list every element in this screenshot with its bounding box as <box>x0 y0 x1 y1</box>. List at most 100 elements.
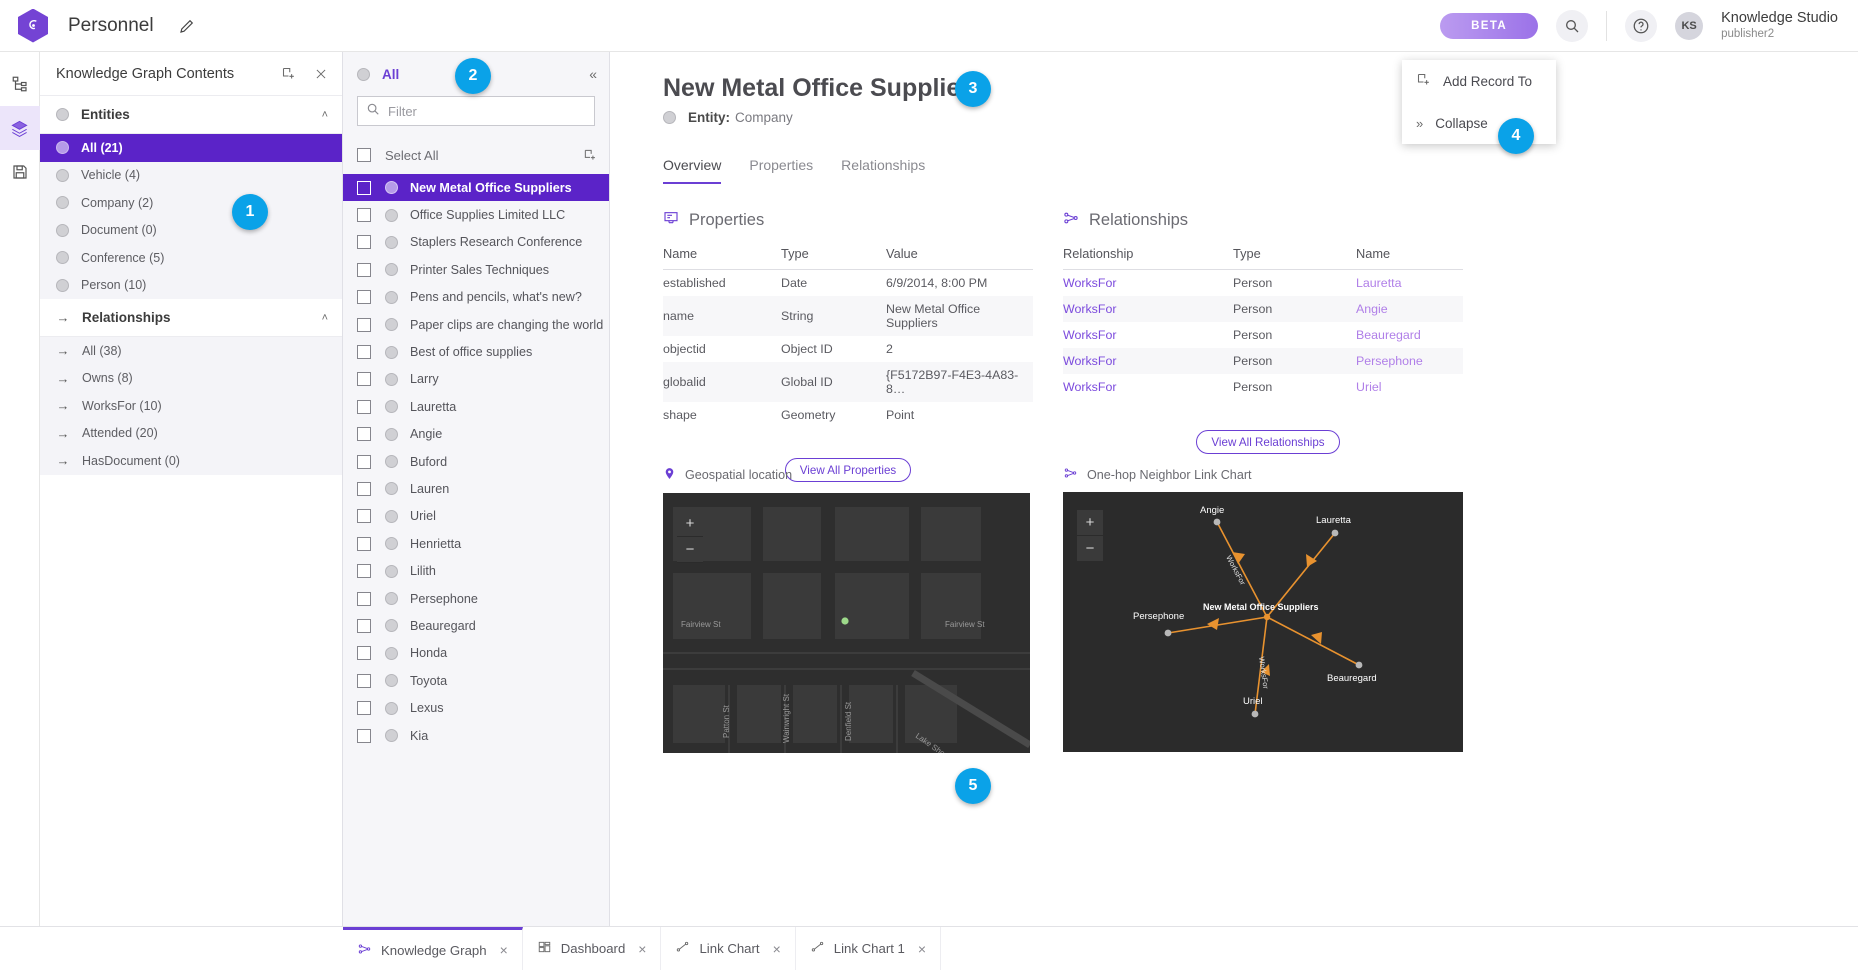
rel-relationship[interactable]: WorksFor <box>1063 296 1233 322</box>
rel-relationship[interactable]: WorksFor <box>1063 322 1233 348</box>
list-item[interactable]: Beauregard <box>343 612 609 639</box>
table-row[interactable]: WorksForPersonAngie <box>1063 296 1463 322</box>
list-item-checkbox[interactable] <box>357 400 371 414</box>
list-item[interactable]: Printer Sales Techniques <box>343 256 609 283</box>
menu-item-add-record-to[interactable]: Add Record To <box>1402 60 1556 102</box>
add-to-icon[interactable] <box>281 66 296 81</box>
sidebar-item-person[interactable]: Person (10) <box>40 272 342 300</box>
list-item[interactable]: Kia <box>343 722 609 749</box>
table-row[interactable]: establishedDate6/9/2014, 8:00 PM <box>663 270 1033 297</box>
list-item-checkbox[interactable] <box>357 427 371 441</box>
table-row[interactable]: WorksForPersonBeauregard <box>1063 322 1463 348</box>
table-row[interactable]: objectidObject ID2 <box>663 336 1033 362</box>
list-item[interactable]: Lexus <box>343 694 609 721</box>
filter-box[interactable] <box>357 96 595 126</box>
tab-overview[interactable]: Overview <box>663 157 721 184</box>
list-item[interactable]: Lauretta <box>343 393 609 420</box>
sidebar-item-worksfor[interactable]: → WorksFor (10) <box>40 392 342 420</box>
sidebar-item-conference[interactable]: Conference (5) <box>40 244 342 272</box>
sidebar-item-owns[interactable]: → Owns (8) <box>40 365 342 393</box>
collapse-left-icon[interactable]: « <box>589 66 597 82</box>
list-item[interactable]: Larry <box>343 366 609 393</box>
linkchart-zoom-in-button[interactable]: + <box>1077 510 1103 536</box>
sidebar-item-all-entities[interactable]: All (21) <box>40 134 342 162</box>
map-zoom-out-button[interactable]: − <box>677 537 703 563</box>
tab-knowledge-graph[interactable]: Knowledge Graph × <box>343 927 523 970</box>
list-item-checkbox[interactable] <box>357 345 371 359</box>
tab-link-chart-1[interactable]: Link Chart 1 × <box>796 927 941 970</box>
list-item[interactable]: Honda <box>343 640 609 667</box>
search-input[interactable] <box>388 104 586 119</box>
table-row[interactable]: WorksForPersonPersephone <box>1063 348 1463 374</box>
close-icon[interactable]: × <box>638 941 646 957</box>
rel-name[interactable]: Beauregard <box>1356 322 1463 348</box>
relationships-group-header[interactable]: → Relationships ˄ <box>40 299 342 337</box>
table-row[interactable]: globalidGlobal ID{F5172B97-F4E3-4A83-8… <box>663 362 1033 402</box>
rel-name[interactable]: Persephone <box>1356 348 1463 374</box>
list-item-checkbox[interactable] <box>357 646 371 660</box>
list-item[interactable]: Best of office supplies <box>343 338 609 365</box>
rel-relationship[interactable]: WorksFor <box>1063 270 1233 297</box>
tab-link-chart[interactable]: Link Chart × <box>661 927 795 970</box>
rel-relationship[interactable]: WorksFor <box>1063 348 1233 374</box>
list-item-checkbox[interactable] <box>357 181 371 195</box>
list-item[interactable]: Henrietta <box>343 530 609 557</box>
list-item[interactable]: Uriel <box>343 503 609 530</box>
entities-group-header[interactable]: Entities ˄ <box>40 96 342 134</box>
list-item[interactable]: Staplers Research Conference <box>343 229 609 256</box>
linkchart-zoom-out-button[interactable]: − <box>1077 536 1103 562</box>
list-item[interactable]: Toyota <box>343 667 609 694</box>
close-icon[interactable]: × <box>773 941 781 957</box>
list-item[interactable]: Buford <box>343 448 609 475</box>
list-item[interactable]: Persephone <box>343 585 609 612</box>
list-item[interactable]: Paper clips are changing the world <box>343 311 609 338</box>
list-item-checkbox[interactable] <box>357 619 371 633</box>
save-icon[interactable] <box>0 150 40 194</box>
rel-relationship[interactable]: WorksFor <box>1063 374 1233 400</box>
sidebar-item-all-relationships[interactable]: → All (38) <box>40 337 342 365</box>
list-item-checkbox[interactable] <box>357 455 371 469</box>
table-row[interactable]: WorksForPersonLauretta <box>1063 270 1463 297</box>
view-all-relationships-button[interactable]: View All Relationships <box>1196 430 1339 454</box>
list-item[interactable]: New Metal Office Suppliers <box>343 174 609 201</box>
map-view[interactable]: Fairview St Fairview St Patton St Wainwr… <box>663 493 1030 753</box>
list-item-checkbox[interactable] <box>357 318 371 332</box>
tab-properties[interactable]: Properties <box>749 157 813 184</box>
pencil-icon[interactable] <box>176 15 198 37</box>
rel-name[interactable]: Lauretta <box>1356 270 1463 297</box>
list-item-checkbox[interactable] <box>357 564 371 578</box>
list-item[interactable]: Angie <box>343 421 609 448</box>
sidebar-item-attended[interactable]: → Attended (20) <box>40 420 342 448</box>
sidebar-item-vehicle[interactable]: Vehicle (4) <box>40 162 342 190</box>
list-item-checkbox[interactable] <box>357 208 371 222</box>
close-icon[interactable] <box>314 67 328 81</box>
list-item-checkbox[interactable] <box>357 290 371 304</box>
table-row[interactable]: nameStringNew Metal Office Suppliers <box>663 296 1033 336</box>
list-item[interactable]: Lauren <box>343 475 609 502</box>
list-item[interactable]: Office Supplies Limited LLC <box>343 201 609 228</box>
beta-badge[interactable]: BETA <box>1440 13 1538 39</box>
list-item-checkbox[interactable] <box>357 372 371 386</box>
select-all-checkbox[interactable] <box>357 148 371 162</box>
sidebar-item-company[interactable]: Company (2) <box>40 189 342 217</box>
list-item-checkbox[interactable] <box>357 701 371 715</box>
add-to-icon[interactable] <box>583 148 597 162</box>
sidebar-item-hasdocument[interactable]: → HasDocument (0) <box>40 447 342 475</box>
map-zoom-in-button[interactable]: + <box>677 511 703 537</box>
avatar[interactable]: KS <box>1675 12 1703 40</box>
help-icon[interactable] <box>1625 10 1657 42</box>
sidebar-item-document[interactable]: Document (0) <box>40 217 342 245</box>
list-item-checkbox[interactable] <box>357 729 371 743</box>
list-item[interactable]: Pens and pencils, what's new? <box>343 284 609 311</box>
select-all-row[interactable]: Select All <box>343 136 609 174</box>
list-item-checkbox[interactable] <box>357 537 371 551</box>
search-icon[interactable] <box>1556 10 1588 42</box>
list-item-checkbox[interactable] <box>357 482 371 496</box>
linkchart-zoom-controls[interactable]: + − <box>1077 510 1103 562</box>
map-zoom-controls[interactable]: + − <box>677 511 703 563</box>
rel-name[interactable]: Angie <box>1356 296 1463 322</box>
layers-icon[interactable] <box>0 106 40 150</box>
list-item-checkbox[interactable] <box>357 509 371 523</box>
list-item-checkbox[interactable] <box>357 235 371 249</box>
chevron-up-icon[interactable]: ˄ <box>322 312 328 324</box>
